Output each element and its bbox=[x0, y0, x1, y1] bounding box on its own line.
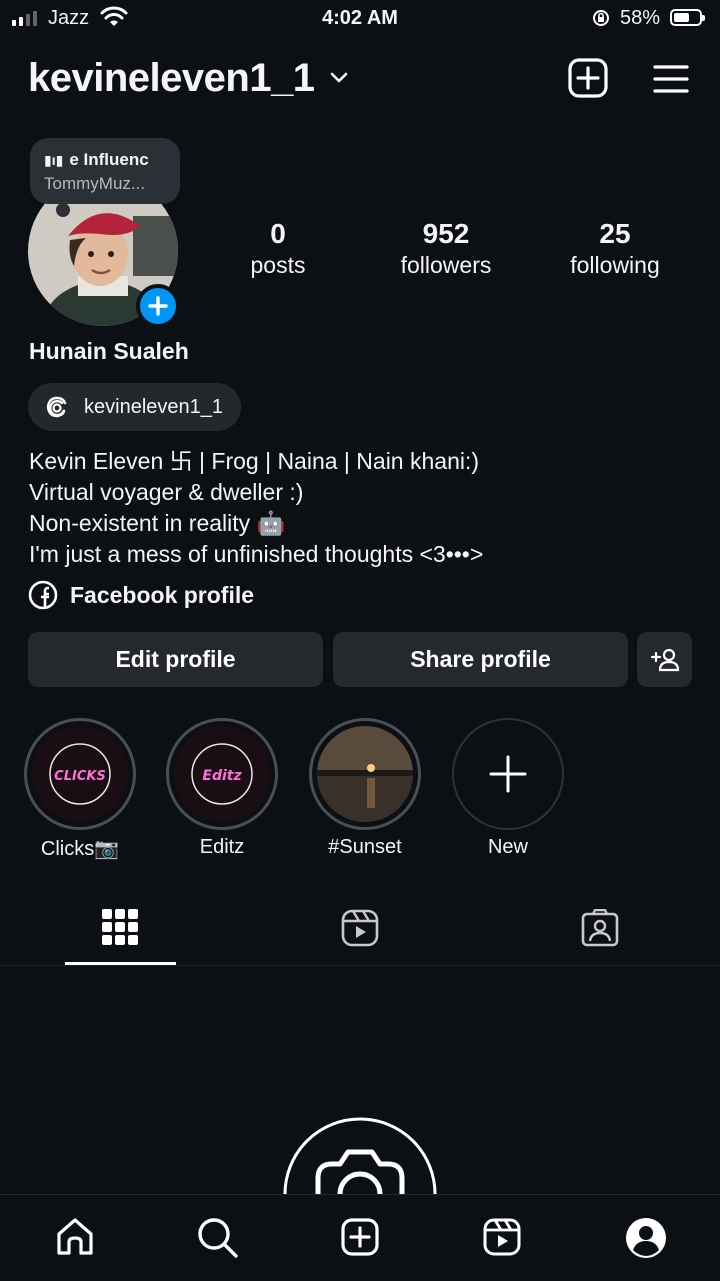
create-post-icon[interactable] bbox=[568, 58, 608, 98]
highlight-editz[interactable]: Editz Editz bbox=[166, 718, 278, 859]
highlight-cover: CLICKS bbox=[32, 726, 128, 822]
bio-line: Non-existent in reality 🤖 bbox=[29, 510, 286, 536]
highlight-label: #Sunset bbox=[328, 836, 402, 858]
discover-people-button[interactable] bbox=[637, 632, 692, 687]
posts-count[interactable]: 0 posts bbox=[198, 218, 358, 279]
note-bubble-tail bbox=[56, 203, 70, 217]
grid-tab-icon[interactable] bbox=[102, 909, 138, 945]
highlight-cover bbox=[317, 726, 413, 822]
bio-line: I'm just a mess of unfinished thoughts <… bbox=[29, 541, 484, 567]
profile-note[interactable]: ▮ı▮ e Influenc TommyMuz... bbox=[30, 138, 180, 204]
threads-icon bbox=[46, 396, 67, 418]
facebook-profile-label: Facebook profile bbox=[70, 581, 255, 608]
edit-profile-button[interactable]: Edit profile bbox=[28, 632, 323, 687]
status-bar: Jazz 4:02 AM 58% bbox=[0, 0, 720, 38]
home-icon[interactable] bbox=[55, 1217, 95, 1257]
plus-icon bbox=[489, 755, 527, 793]
menu-icon[interactable] bbox=[653, 64, 689, 94]
threads-badge[interactable]: kevineleven1_1 bbox=[28, 383, 241, 431]
search-icon[interactable] bbox=[197, 1217, 239, 1259]
reels-icon[interactable] bbox=[483, 1218, 521, 1256]
tagged-tab-icon[interactable] bbox=[581, 909, 619, 947]
highlight-sunset[interactable]: #Sunset bbox=[309, 718, 421, 859]
followers-count[interactable]: 952 followers bbox=[366, 218, 526, 279]
reels-tab-icon[interactable] bbox=[341, 909, 379, 947]
battery-percent: 58% bbox=[620, 7, 661, 29]
facebook-profile-link[interactable]: Facebook profile bbox=[28, 580, 254, 610]
share-profile-button[interactable]: Share profile bbox=[333, 632, 628, 687]
highlight-clicks[interactable]: CLICKS Clicks📷 bbox=[24, 718, 136, 861]
clock: 4:02 AM bbox=[322, 7, 398, 29]
battery-icon bbox=[670, 9, 705, 26]
note-artist: TommyMuz... bbox=[44, 174, 146, 193]
highlight-label: Editz bbox=[199, 836, 245, 858]
following-count[interactable]: 25 following bbox=[535, 218, 695, 279]
chevron-down-icon[interactable] bbox=[328, 66, 350, 88]
threads-handle: kevineleven1_1 bbox=[84, 395, 223, 418]
profile-tab-avatar-icon[interactable] bbox=[625, 1217, 667, 1259]
new-highlight-button[interactable]: New bbox=[452, 718, 564, 859]
highlight-label: Clicks📷 bbox=[40, 838, 120, 860]
create-icon[interactable] bbox=[341, 1218, 379, 1256]
audio-bars-icon: ▮ı▮ bbox=[44, 152, 64, 168]
full-name: Hunain Sualeh bbox=[29, 338, 189, 364]
highlight-label: New bbox=[487, 836, 528, 858]
bottom-navigation bbox=[0, 1194, 720, 1281]
orientation-lock-icon bbox=[593, 10, 609, 26]
bio-line: Kevin Eleven 卐 | Frog | Naina | Nain kha… bbox=[29, 448, 480, 474]
add-story-button[interactable] bbox=[136, 284, 180, 328]
highlight-cover-text: CLICKS bbox=[54, 769, 106, 784]
facebook-icon bbox=[28, 580, 58, 610]
highlight-cover: Editz bbox=[174, 726, 270, 822]
add-person-icon bbox=[650, 648, 679, 671]
tabs-divider bbox=[0, 965, 720, 966]
username-switcher[interactable]: kevineleven1_1 bbox=[28, 56, 315, 101]
highlight-cover-text: Editz bbox=[202, 768, 242, 784]
bio-line: Virtual voyager & dweller :) bbox=[29, 479, 304, 505]
note-song-title: e Influenc bbox=[69, 150, 149, 169]
bio: Kevin Eleven 卐 | Frog | Naina | Nain kha… bbox=[29, 446, 483, 570]
camera-icon bbox=[283, 1117, 437, 1194]
